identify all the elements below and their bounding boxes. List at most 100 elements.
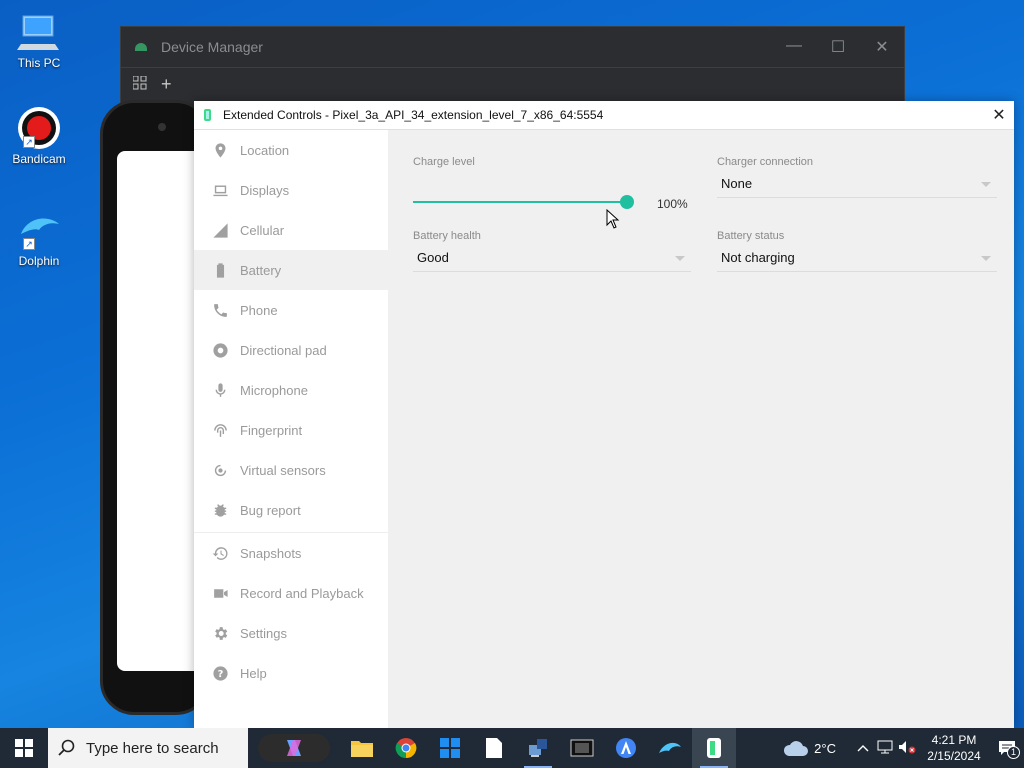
search-icon	[58, 739, 75, 756]
chevron-down-icon	[675, 256, 685, 261]
sidebar-item-battery[interactable]: Battery	[194, 250, 388, 290]
volume-muted-icon[interactable]	[896, 740, 918, 757]
notification-center-button[interactable]: 1	[990, 740, 1024, 759]
copilot-button[interactable]	[258, 734, 330, 762]
charge-level-slider-track[interactable]	[413, 201, 627, 203]
sidebar-item-label: Snapshots	[240, 545, 302, 561]
taskbar-notepad[interactable]	[472, 728, 516, 768]
sidebar: Location Displays Cellular Battery Phone…	[194, 130, 388, 728]
search-placeholder: Type here to search	[86, 739, 219, 757]
sidebar-item-label: Fingerprint	[240, 422, 303, 438]
sidebar-item-snapshots[interactable]: Snapshots	[194, 533, 388, 573]
gear-icon	[211, 624, 229, 642]
weather-temperature: 2°C	[814, 740, 836, 756]
taskbar-bandicut[interactable]	[560, 728, 604, 768]
shortcut-arrow-icon: ↗	[23, 238, 35, 250]
taskbar-android-studio[interactable]	[604, 728, 648, 768]
taskbar-emulator[interactable]	[692, 728, 736, 768]
help-icon: ?	[211, 664, 229, 682]
sidebar-item-bug-report[interactable]: Bug report	[194, 490, 388, 530]
system-tray: 2°C 4:21 PM 2/15/2024 1	[782, 728, 1024, 768]
sidebar-item-settings[interactable]: Settings	[194, 613, 388, 653]
taskbar-store[interactable]	[428, 728, 472, 768]
notification-count-badge: 1	[1007, 746, 1020, 759]
microphone-icon	[211, 381, 229, 399]
cellular-icon	[211, 221, 229, 239]
fingerprint-icon	[211, 421, 229, 439]
sidebar-item-label: Battery	[240, 262, 282, 278]
network-icon[interactable]	[874, 740, 896, 757]
close-button[interactable]: ✕	[860, 37, 904, 57]
sidebar-item-label: Record and Playback	[240, 585, 364, 601]
battery-health-select[interactable]: Good	[413, 246, 691, 272]
phone-icon	[211, 301, 229, 319]
extended-controls-titlebar[interactable]: Extended Controls - Pixel_3a_API_34_exte…	[194, 101, 1014, 130]
battery-status-label: Battery status	[717, 230, 785, 242]
shortcut-arrow-icon: ↗	[23, 136, 35, 148]
charge-level-slider-thumb[interactable]	[620, 195, 634, 209]
location-icon	[211, 141, 229, 159]
sidebar-item-phone[interactable]: Phone	[194, 290, 388, 330]
taskbar-search-box[interactable]: Type here to search	[48, 728, 248, 768]
device-grid-icon[interactable]	[132, 74, 147, 95]
battery-status-select[interactable]: Not charging	[717, 246, 997, 272]
sidebar-item-help[interactable]: ? Help	[194, 653, 388, 693]
desktop-icon-label: This PC	[17, 56, 61, 70]
mouse-cursor-icon	[606, 209, 620, 229]
chrome-icon	[395, 738, 417, 759]
video-icon	[211, 584, 229, 602]
emulator-icon	[204, 109, 211, 121]
device-manager-icon	[529, 739, 547, 757]
camera-icon	[158, 123, 166, 131]
taskbar-device-manager[interactable]	[516, 728, 560, 768]
battery-panel: Charge level 100% Charger connection Non…	[413, 130, 1014, 728]
chevron-down-icon	[981, 256, 991, 261]
device-manager-titlebar[interactable]: Device Manager — ☐ ✕	[121, 27, 904, 67]
sidebar-item-record-and-playback[interactable]: Record and Playback	[194, 573, 388, 613]
sensors-icon	[211, 461, 229, 479]
extended-controls-window: Extended Controls - Pixel_3a_API_34_exte…	[194, 101, 1014, 728]
chevron-up-icon[interactable]	[852, 741, 874, 755]
charger-connection-value: None	[721, 176, 753, 191]
desktop-icon-label: Dolphin	[18, 254, 60, 268]
sidebar-item-displays[interactable]: Displays	[194, 170, 388, 210]
start-button[interactable]	[0, 728, 48, 768]
desktop-icon-label: Bandicam	[12, 152, 66, 166]
dpad-icon	[211, 341, 229, 359]
windows-icon	[15, 739, 33, 757]
window-title: Extended Controls - Pixel_3a_API_34_exte…	[223, 108, 604, 122]
sidebar-item-location[interactable]: Location	[194, 130, 388, 170]
clock-date: 2/15/2024	[927, 749, 981, 763]
desktop-icon-dolphin[interactable]: ↗ Dolphin	[6, 208, 72, 268]
sidebar-item-label: Displays	[240, 182, 290, 198]
weather-widget[interactable]: 2°C	[782, 739, 836, 757]
desktop-icon-bandicam[interactable]: ↗ Bandicam	[6, 106, 72, 166]
close-button[interactable]: ✕	[984, 105, 1014, 125]
clock[interactable]: 4:21 PM 2/15/2024	[918, 732, 990, 764]
minimize-button[interactable]: —	[772, 37, 816, 57]
charger-connection-select[interactable]: None	[717, 172, 997, 198]
battery-health-label: Battery health	[413, 230, 481, 242]
sidebar-item-label: Help	[240, 665, 267, 681]
sidebar-item-directional-pad[interactable]: Directional pad	[194, 330, 388, 370]
taskbar-chrome[interactable]	[384, 728, 428, 768]
computer-icon	[17, 10, 61, 54]
windows-store-icon	[440, 738, 460, 758]
charge-level-label: Charge level	[413, 156, 475, 168]
taskbar-dolphin[interactable]	[648, 728, 692, 768]
display-icon	[211, 181, 229, 199]
film-icon	[570, 739, 594, 757]
add-button[interactable]: +	[161, 74, 172, 95]
desktop-icon-this-pc[interactable]: This PC	[6, 10, 72, 70]
sidebar-item-virtual-sensors[interactable]: Virtual sensors	[194, 450, 388, 490]
cloud-icon	[784, 741, 809, 756]
taskbar-file-explorer[interactable]	[340, 728, 384, 768]
window-title: Device Manager	[161, 39, 263, 55]
sidebar-item-microphone[interactable]: Microphone	[194, 370, 388, 410]
charge-level-value: 100%	[657, 197, 688, 211]
sidebar-item-label: Settings	[240, 625, 287, 641]
maximize-button[interactable]: ☐	[816, 37, 860, 57]
sidebar-item-cellular[interactable]: Cellular	[194, 210, 388, 250]
sidebar-item-fingerprint[interactable]: Fingerprint	[194, 410, 388, 450]
history-icon	[211, 544, 229, 562]
